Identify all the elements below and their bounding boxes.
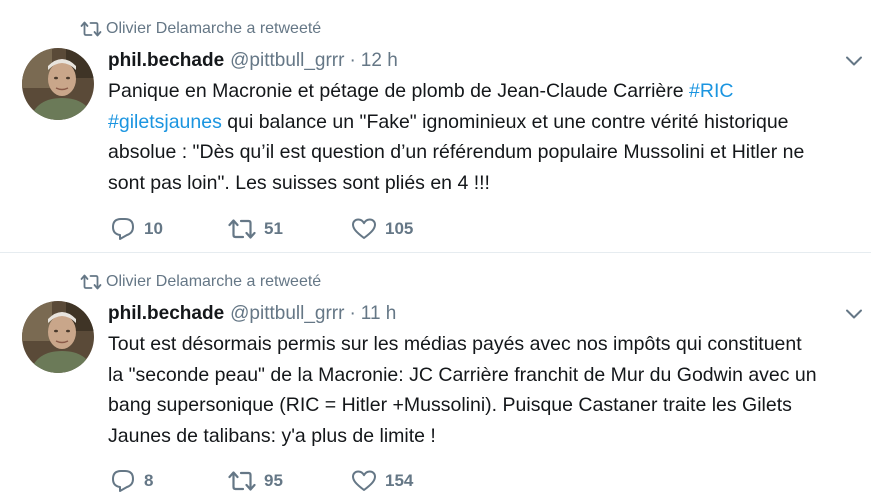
heart-icon (352, 218, 376, 239)
reply-button[interactable]: 10 (110, 217, 228, 241)
author-name[interactable]: phil.bechade (108, 50, 224, 72)
chevron-down-icon[interactable] (845, 55, 863, 67)
reply-button[interactable]: 8 (110, 469, 228, 493)
tweet-text: Tout est désormais permis sur les médias… (108, 329, 860, 451)
separator: · (349, 303, 356, 324)
tweet-text-line: #giletsjaunes qui balance un "Fake" igno… (108, 107, 860, 138)
tweet-text-line: Tout est désormais permis sur les médias… (108, 329, 860, 360)
retweet-icon (80, 21, 102, 37)
separator: · (349, 50, 356, 71)
tweet-header: phil.bechade @pittbull_grrr · 11 h (108, 301, 396, 327)
retweet-count: 51 (264, 219, 283, 238)
like-count: 105 (385, 219, 414, 238)
retweet-context: Olivier Delamarche a retweeté (80, 18, 321, 40)
retweet-context-label[interactable]: Olivier Delamarche a retweeté (106, 273, 321, 291)
tweet-actions: 10 51 105 (110, 215, 413, 243)
avatar[interactable] (22, 301, 94, 373)
like-button[interactable]: 105 (351, 217, 413, 241)
tweet-text-segment: absolue : "Dès qu’il est question d’un r… (108, 141, 805, 163)
heart-icon (352, 470, 376, 491)
reply-count: 8 (144, 471, 154, 490)
reply-icon (112, 218, 134, 240)
timestamp[interactable]: 11 h (361, 303, 397, 325)
tweet-text-segment: Jaunes de talibans: y'a plus de limite ! (108, 424, 436, 447)
hashtag-link[interactable]: #giletsjaunes (108, 111, 222, 133)
author-handle[interactable]: @pittbull_grrr (230, 303, 344, 325)
like-button[interactable]: 154 (351, 469, 413, 493)
tweet-text-line: bang supersonique (RIC = Hitler +Mussoli… (108, 390, 860, 421)
tweet-actions: 8 95 154 (110, 467, 413, 495)
tweet[interactable]: Olivier Delamarche a retweeté phil.becha… (0, 253, 871, 503)
retweet-context-label[interactable]: Olivier Delamarche a retweeté (106, 20, 321, 38)
tweet-header: phil.bechade @pittbull_grrr · 12 h (108, 48, 398, 74)
reply-count: 10 (144, 219, 163, 238)
tweet[interactable]: Olivier Delamarche a retweeté phil.becha… (0, 0, 871, 253)
tweet-text-line: Jaunes de talibans: y'a plus de limite ! (108, 421, 860, 452)
tweet-text-segment: Tout est désormais permis sur les médias… (108, 333, 802, 355)
tweet-text-line: absolue : "Dès qu’il est question d’un r… (108, 137, 860, 168)
retweet-icon (80, 274, 102, 290)
tweet-text-line: la "seconde peau" de la Macronie: JC Car… (108, 360, 860, 391)
reply-icon (112, 470, 134, 492)
retweet-icon (228, 219, 256, 239)
hashtag-link[interactable]: #RIC (689, 80, 733, 102)
chevron-down-icon[interactable] (845, 308, 863, 320)
retweet-icon (228, 471, 256, 491)
author-name[interactable]: phil.bechade (108, 303, 224, 325)
tweet-text-segment: Panique en Macronie et pétage de plomb d… (108, 80, 690, 102)
retweet-button[interactable]: 95 (228, 470, 351, 492)
tweet-text-line: Panique en Macronie et pétage de plomb d… (108, 76, 860, 107)
tweet-text-segment: la "seconde peau" de la Macronie: JC Car… (108, 363, 817, 386)
timestamp[interactable]: 12 h (361, 50, 398, 72)
retweet-count: 95 (264, 471, 283, 490)
tweet-text-segment: bang supersonique (RIC = Hitler +Mussoli… (108, 394, 792, 416)
retweet-button[interactable]: 51 (228, 218, 351, 240)
tweet-text-segment: qui balance un "Fake" ignominieux et une… (221, 110, 789, 133)
tweet-text-segment: sont pas loin". Les suisses sont pliés e… (108, 171, 490, 194)
avatar[interactable] (22, 48, 94, 120)
tweet-text: Panique en Macronie et pétage de plomb d… (108, 76, 860, 198)
tweet-text-line: sont pas loin". Les suisses sont pliés e… (108, 168, 860, 199)
retweet-context: Olivier Delamarche a retweeté (80, 271, 321, 293)
avatar-image (22, 48, 94, 120)
author-handle[interactable]: @pittbull_grrr (230, 50, 344, 72)
timeline: Olivier Delamarche a retweeté phil.becha… (0, 0, 871, 503)
like-count: 154 (385, 471, 414, 490)
avatar-image (22, 301, 94, 373)
